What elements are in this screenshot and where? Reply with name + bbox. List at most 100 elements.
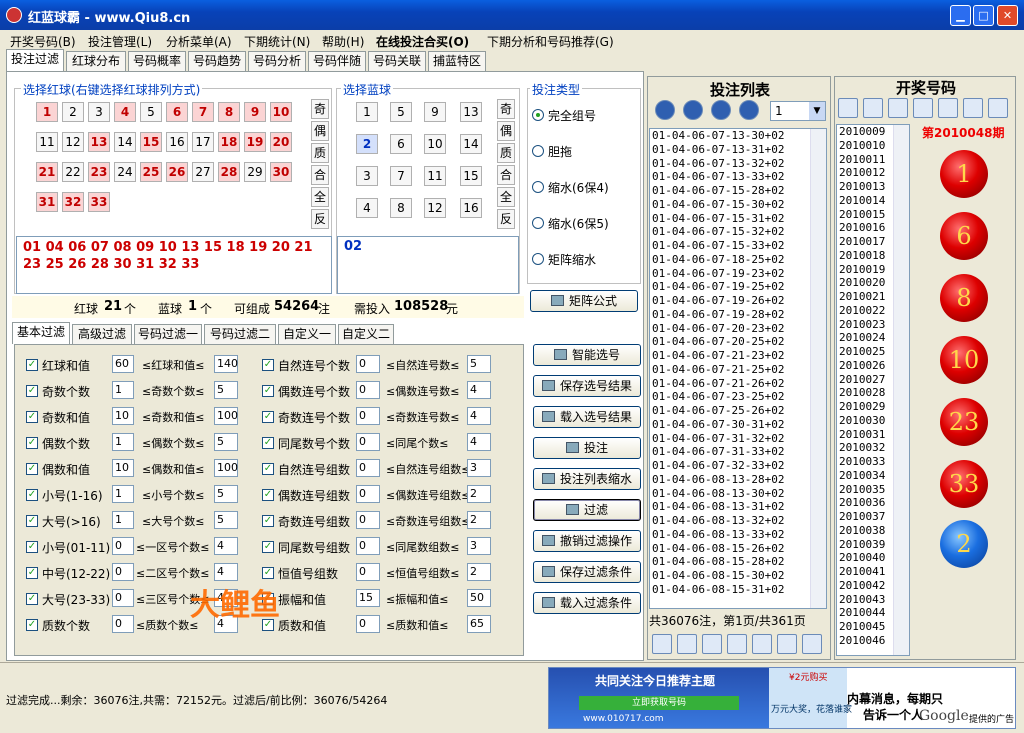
- filter-checkbox[interactable]: ✓: [26, 489, 38, 501]
- filter-max-input[interactable]: 4: [214, 537, 238, 555]
- bet-type-option[interactable]: 矩阵缩水: [548, 251, 596, 268]
- blue-ball-9[interactable]: 9: [424, 102, 446, 122]
- red-filter-button[interactable]: 质: [311, 143, 329, 163]
- bet-list-item[interactable]: 01-04-06-08-13-33+02: [652, 528, 826, 542]
- red-ball-19[interactable]: 19: [244, 132, 266, 152]
- red-ball-13[interactable]: 13: [88, 132, 110, 152]
- red-ball-28[interactable]: 28: [218, 162, 240, 182]
- red-ball-32[interactable]: 32: [62, 192, 84, 212]
- red-ball-2[interactable]: 2: [62, 102, 84, 122]
- red-ball-14[interactable]: 14: [114, 132, 136, 152]
- red-ball-25[interactable]: 25: [140, 162, 162, 182]
- last-page-icon[interactable]: [739, 100, 759, 120]
- filter-max-input[interactable]: 5: [214, 433, 238, 451]
- bet-list-item[interactable]: 01-04-06-08-13-31+02: [652, 500, 826, 514]
- filter-min-input[interactable]: 10: [112, 407, 134, 425]
- bet-list-item[interactable]: 01-04-06-08-15-31+02: [652, 583, 826, 597]
- bet-list-item[interactable]: 01-04-06-07-15-30+02: [652, 198, 826, 212]
- tab-bet-filter[interactable]: 投注过滤: [6, 49, 64, 71]
- red-ball-17[interactable]: 17: [192, 132, 214, 152]
- red-ball-6[interactable]: 6: [166, 102, 188, 122]
- red-ball-20[interactable]: 20: [270, 132, 292, 152]
- filter-max-input[interactable]: 5: [214, 381, 238, 399]
- filter-checkbox[interactable]: ✓: [262, 385, 274, 397]
- tab-companion[interactable]: 号码伴随: [308, 51, 366, 71]
- prev-page-icon[interactable]: [683, 100, 703, 120]
- red-ball-3[interactable]: 3: [88, 102, 110, 122]
- red-ball-15[interactable]: 15: [140, 132, 162, 152]
- red-ball-18[interactable]: 18: [218, 132, 240, 152]
- blue-ball-14[interactable]: 14: [460, 134, 482, 154]
- bet-list-item[interactable]: 01-04-06-07-21-26+02: [652, 377, 826, 391]
- next-page-icon[interactable]: [711, 100, 731, 120]
- tab-analysis[interactable]: 号码分析: [248, 51, 306, 71]
- red-ball-5[interactable]: 5: [140, 102, 162, 122]
- filter-min-input[interactable]: 0: [356, 407, 380, 425]
- load-icon[interactable]: [777, 634, 797, 654]
- bet-list-item[interactable]: 01-04-06-08-13-32+02: [652, 514, 826, 528]
- filter-checkbox[interactable]: ✓: [262, 541, 274, 553]
- blue-ball-4[interactable]: 4: [356, 198, 378, 218]
- filter-max-input[interactable]: 4: [467, 433, 491, 451]
- minimize-button[interactable]: ▁: [950, 5, 971, 26]
- filter-min-input[interactable]: 60: [112, 355, 134, 373]
- period-list-scrollbar[interactable]: [893, 125, 909, 655]
- filter-checkbox[interactable]: ✓: [262, 359, 274, 371]
- red-ball-26[interactable]: 26: [166, 162, 188, 182]
- filter-checkbox[interactable]: ✓: [26, 411, 38, 423]
- red-filter-button[interactable]: 偶: [311, 121, 329, 141]
- red-filter-button[interactable]: 合: [311, 165, 329, 185]
- filter-checkbox[interactable]: ✓: [26, 463, 38, 475]
- filter-checkbox[interactable]: ✓: [26, 385, 38, 397]
- red-ball-8[interactable]: 8: [218, 102, 240, 122]
- filter-min-input[interactable]: 0: [112, 589, 134, 607]
- filter-checkbox[interactable]: ✓: [262, 463, 274, 475]
- action-button[interactable]: 撤销过滤操作: [533, 530, 641, 552]
- bet-type-radio[interactable]: [532, 109, 544, 121]
- filter-min-input[interactable]: 1: [112, 381, 134, 399]
- filter-checkbox[interactable]: ✓: [262, 411, 274, 423]
- bet-type-option[interactable]: 缩水(6保4): [548, 179, 609, 196]
- red-ball-30[interactable]: 30: [270, 162, 292, 182]
- filter-checkbox[interactable]: ✓: [26, 515, 38, 527]
- clear-icon[interactable]: [677, 634, 697, 654]
- blue-ball-1[interactable]: 1: [356, 102, 378, 122]
- blue-ball-12[interactable]: 12: [424, 198, 446, 218]
- action-button[interactable]: 载入过滤条件: [533, 592, 641, 614]
- bet-list-item[interactable]: 01-04-06-07-21-25+02: [652, 363, 826, 377]
- first-page-icon[interactable]: [655, 100, 675, 120]
- bet-list-item[interactable]: 01-04-06-07-15-32+02: [652, 225, 826, 239]
- blue-ball-16[interactable]: 16: [460, 198, 482, 218]
- action-button[interactable]: 投注列表缩水: [533, 468, 641, 490]
- bet-list-item[interactable]: 01-04-06-08-15-30+02: [652, 569, 826, 583]
- filter-checkbox[interactable]: ✓: [262, 515, 274, 527]
- bet-type-option[interactable]: 缩水(6保5): [548, 215, 609, 232]
- cross-icon[interactable]: [888, 98, 908, 118]
- filter-tab[interactable]: 自定义二: [338, 324, 394, 344]
- red-ball-12[interactable]: 12: [62, 132, 84, 152]
- filter-tab[interactable]: 自定义一: [278, 324, 336, 344]
- tab-trend[interactable]: 号码趋势: [188, 51, 246, 71]
- red-ball-21[interactable]: 21: [36, 162, 58, 182]
- settings-icon[interactable]: [863, 98, 883, 118]
- bet-list[interactable]: 01-04-06-07-13-30+02 01-04-06-07-13-31+02…: [649, 128, 827, 609]
- blue-ball-10[interactable]: 10: [424, 134, 446, 154]
- filter-tab[interactable]: 高级过滤: [72, 324, 132, 344]
- ad-banner[interactable]: 共同关注今日推荐主题 立即获取号码 www.010717.com ¥2元购买 万…: [548, 667, 1016, 729]
- red-ball-16[interactable]: 16: [166, 132, 188, 152]
- bet-list-item[interactable]: 01-04-06-07-31-33+02: [652, 445, 826, 459]
- red-ball-29[interactable]: 29: [244, 162, 266, 182]
- filter-max-input[interactable]: 3: [467, 459, 491, 477]
- filter-min-input[interactable]: 0: [356, 485, 380, 503]
- blue-ball-7[interactable]: 7: [390, 166, 412, 186]
- bet-list-item[interactable]: 01-04-06-07-13-31+02: [652, 143, 826, 157]
- bet-type-option[interactable]: 胆拖: [548, 143, 572, 160]
- bet-type-radio[interactable]: [532, 181, 544, 193]
- bet-list-item[interactable]: 01-04-06-07-20-23+02: [652, 322, 826, 336]
- action-button[interactable]: 保存过滤条件: [533, 561, 641, 583]
- blue-filter-button[interactable]: 偶: [497, 121, 515, 141]
- filter-min-input[interactable]: 0: [112, 615, 134, 633]
- filter-max-input[interactable]: 5: [214, 485, 238, 503]
- filter-min-input[interactable]: 1: [112, 485, 134, 503]
- bet-list-item[interactable]: 01-04-06-07-21-23+02: [652, 349, 826, 363]
